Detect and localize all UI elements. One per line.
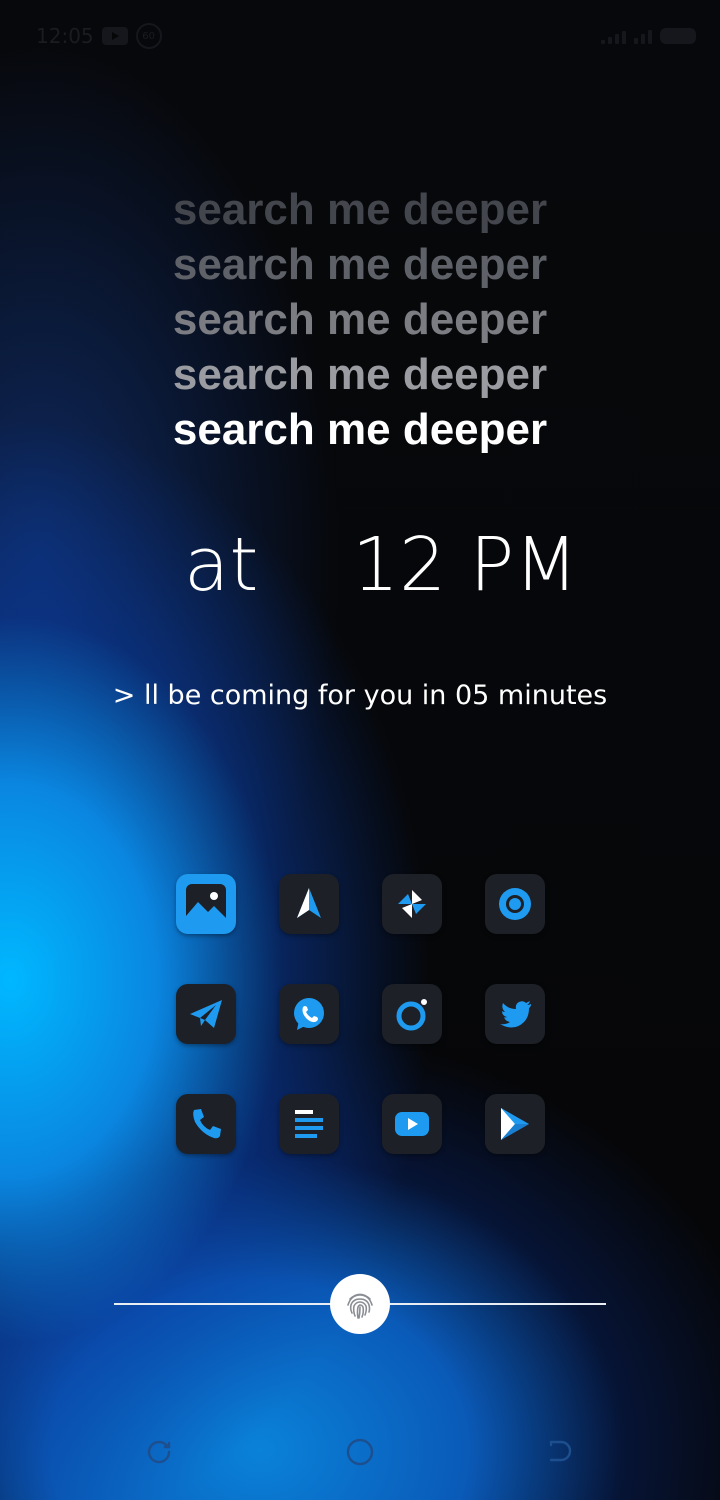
app-notes[interactable] bbox=[279, 1094, 339, 1154]
app-camera[interactable] bbox=[382, 984, 442, 1044]
chrome-icon bbox=[499, 888, 531, 920]
camera-icon bbox=[396, 999, 427, 1031]
phrase-line: search me deeper bbox=[172, 295, 548, 344]
app-chrome[interactable] bbox=[485, 874, 545, 934]
fingerprint-button[interactable] bbox=[330, 1274, 390, 1334]
app-spark[interactable] bbox=[279, 874, 339, 934]
status-time: 12:05 bbox=[36, 24, 94, 48]
badge-60-icon: 60 bbox=[135, 23, 162, 49]
home-icon bbox=[346, 1438, 374, 1466]
notes-icon bbox=[295, 1110, 323, 1138]
status-bar: 12:05 60 bbox=[36, 20, 696, 52]
phrase-line: search me deeper bbox=[172, 350, 548, 399]
subtitle-text: > ll be coming for you in 05 minutes bbox=[112, 680, 608, 711]
pinwheel-icon bbox=[398, 890, 426, 918]
app-gallery[interactable] bbox=[176, 874, 236, 934]
app-youtube[interactable] bbox=[382, 1094, 442, 1154]
nav-recents[interactable] bbox=[140, 1432, 180, 1472]
app-play-store[interactable] bbox=[485, 1094, 545, 1154]
app-grid bbox=[176, 874, 545, 1154]
spark-mail-icon bbox=[297, 888, 321, 918]
status-left: 12:05 60 bbox=[36, 23, 162, 49]
app-pinwheel[interactable] bbox=[382, 874, 442, 934]
youtube-icon bbox=[101, 27, 128, 45]
nav-home[interactable] bbox=[340, 1432, 380, 1472]
nav-back[interactable] bbox=[540, 1432, 580, 1472]
status-right bbox=[601, 28, 696, 44]
clock-text: 12 PM bbox=[352, 522, 579, 608]
youtube-icon bbox=[395, 1112, 429, 1136]
phrase-stack: search me deeper search me deeper search… bbox=[0, 182, 720, 457]
app-whatsapp[interactable] bbox=[279, 984, 339, 1044]
phrase-line-highlight: search me deeper bbox=[172, 405, 548, 454]
clock-row: at 12 PM bbox=[0, 522, 720, 612]
battery-icon bbox=[660, 28, 696, 44]
phone-icon bbox=[193, 1109, 221, 1139]
signal-icon bbox=[601, 28, 626, 44]
gallery-icon bbox=[186, 884, 226, 924]
phrase-line: search me deeper bbox=[172, 240, 548, 289]
wifi-icon bbox=[634, 28, 652, 44]
navigation-bar bbox=[0, 1432, 720, 1472]
fingerprint-icon bbox=[347, 1293, 373, 1319]
whatsapp-icon bbox=[294, 998, 324, 1030]
app-telegram[interactable] bbox=[176, 984, 236, 1044]
recents-icon bbox=[147, 1440, 171, 1464]
telegram-icon bbox=[190, 1000, 222, 1028]
app-twitter[interactable] bbox=[485, 984, 545, 1044]
phrase-line: search me deeper bbox=[172, 185, 548, 234]
app-phone[interactable] bbox=[176, 1094, 236, 1154]
twitter-icon bbox=[500, 1001, 531, 1028]
at-label: at bbox=[184, 522, 259, 608]
back-icon bbox=[549, 1440, 572, 1462]
play-store-icon bbox=[501, 1108, 529, 1140]
